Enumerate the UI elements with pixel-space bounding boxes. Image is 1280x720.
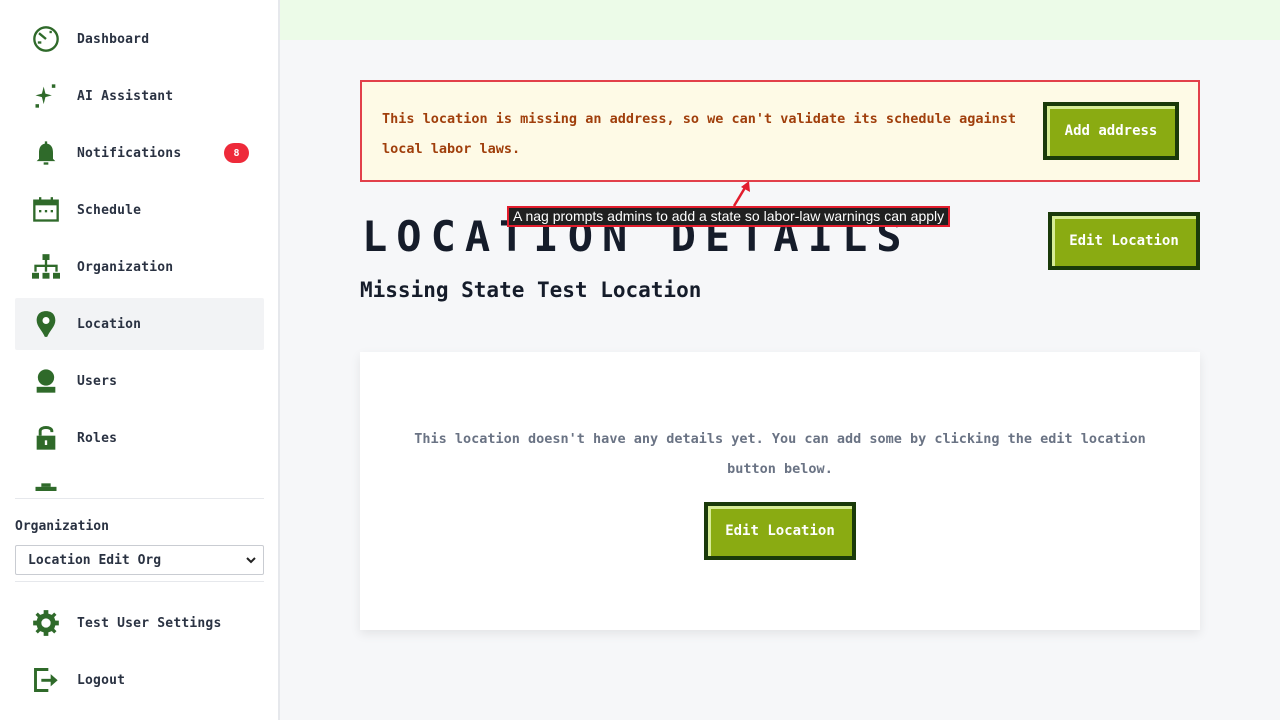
- lock-icon: [32, 424, 60, 452]
- dashboard-icon: [32, 25, 60, 53]
- sidebar-item-label: Users: [77, 373, 118, 389]
- sidebar-item-label: Roles: [77, 430, 118, 446]
- sidebar-item-schedule[interactable]: Schedule: [15, 184, 264, 236]
- notification-count-badge: 8: [224, 143, 249, 163]
- sidebar-item-dashboard[interactable]: Dashboard: [15, 13, 264, 65]
- edit-location-button-header[interactable]: Edit Location: [1048, 212, 1200, 270]
- user-icon: [32, 367, 60, 395]
- bell-icon: [32, 139, 60, 167]
- sidebar-item-label: Test User Settings: [77, 615, 222, 631]
- sidebar-item-user-settings[interactable]: Test User Settings: [15, 597, 264, 649]
- edit-location-button-card[interactable]: Edit Location: [704, 502, 856, 560]
- sidebar-divider: [15, 498, 264, 499]
- sidebar-item-label: Organization: [77, 259, 174, 275]
- alert-message: This location is missing an address, so …: [382, 111, 1016, 157]
- map-pin-icon: [32, 310, 60, 338]
- calendar-icon: [32, 196, 60, 224]
- annotation-label: A nag prompts admins to add a state so l…: [507, 206, 951, 227]
- organization-select[interactable]: Location Edit Org: [15, 545, 264, 575]
- sparkle-icon: [32, 82, 60, 110]
- sidebar-item-roles[interactable]: Roles: [15, 412, 264, 464]
- briefcase-icon: [32, 481, 60, 491]
- sidebar-item-label: Logout: [77, 672, 126, 688]
- sidebar-item-notifications[interactable]: Notifications 8: [15, 127, 264, 179]
- sidebar-item-location[interactable]: Location: [15, 298, 264, 350]
- organization-label: Organization: [15, 519, 109, 534]
- sidebar-bottom-nav: Test User Settings Logout: [15, 597, 264, 711]
- sidebar: Dashboard AI Assistant Notifications 8 S…: [0, 0, 280, 720]
- sidebar-item-logout[interactable]: Logout: [15, 654, 264, 706]
- location-name-subtitle: Missing State Test Location: [360, 278, 702, 302]
- sidebar-item-organization[interactable]: Organization: [15, 241, 264, 293]
- logout-icon: [32, 666, 60, 694]
- chevron-down-icon: [245, 554, 257, 570]
- sidebar-divider: [15, 581, 264, 582]
- gear-icon: [32, 609, 60, 637]
- sidebar-item-users[interactable]: Users: [15, 355, 264, 407]
- sidebar-item-more[interactable]: [15, 469, 264, 491]
- add-address-button[interactable]: Add address: [1043, 102, 1179, 160]
- top-banner-strip: [280, 0, 1280, 40]
- sidebar-nav: Dashboard AI Assistant Notifications 8 S…: [15, 13, 264, 491]
- sidebar-item-label: Location: [77, 316, 142, 332]
- sidebar-item-label: Schedule: [77, 202, 142, 218]
- sidebar-item-ai-assistant[interactable]: AI Assistant: [15, 70, 264, 122]
- org-chart-icon: [32, 253, 60, 281]
- organization-select-value: Location Edit Org: [28, 552, 162, 568]
- sidebar-item-label: AI Assistant: [77, 88, 174, 104]
- sidebar-item-label: Dashboard: [77, 31, 150, 47]
- location-details-card: This location doesn't have any details y…: [360, 352, 1200, 630]
- empty-details-text: This location doesn't have any details y…: [414, 431, 1146, 477]
- sidebar-item-label: Notifications: [77, 145, 182, 161]
